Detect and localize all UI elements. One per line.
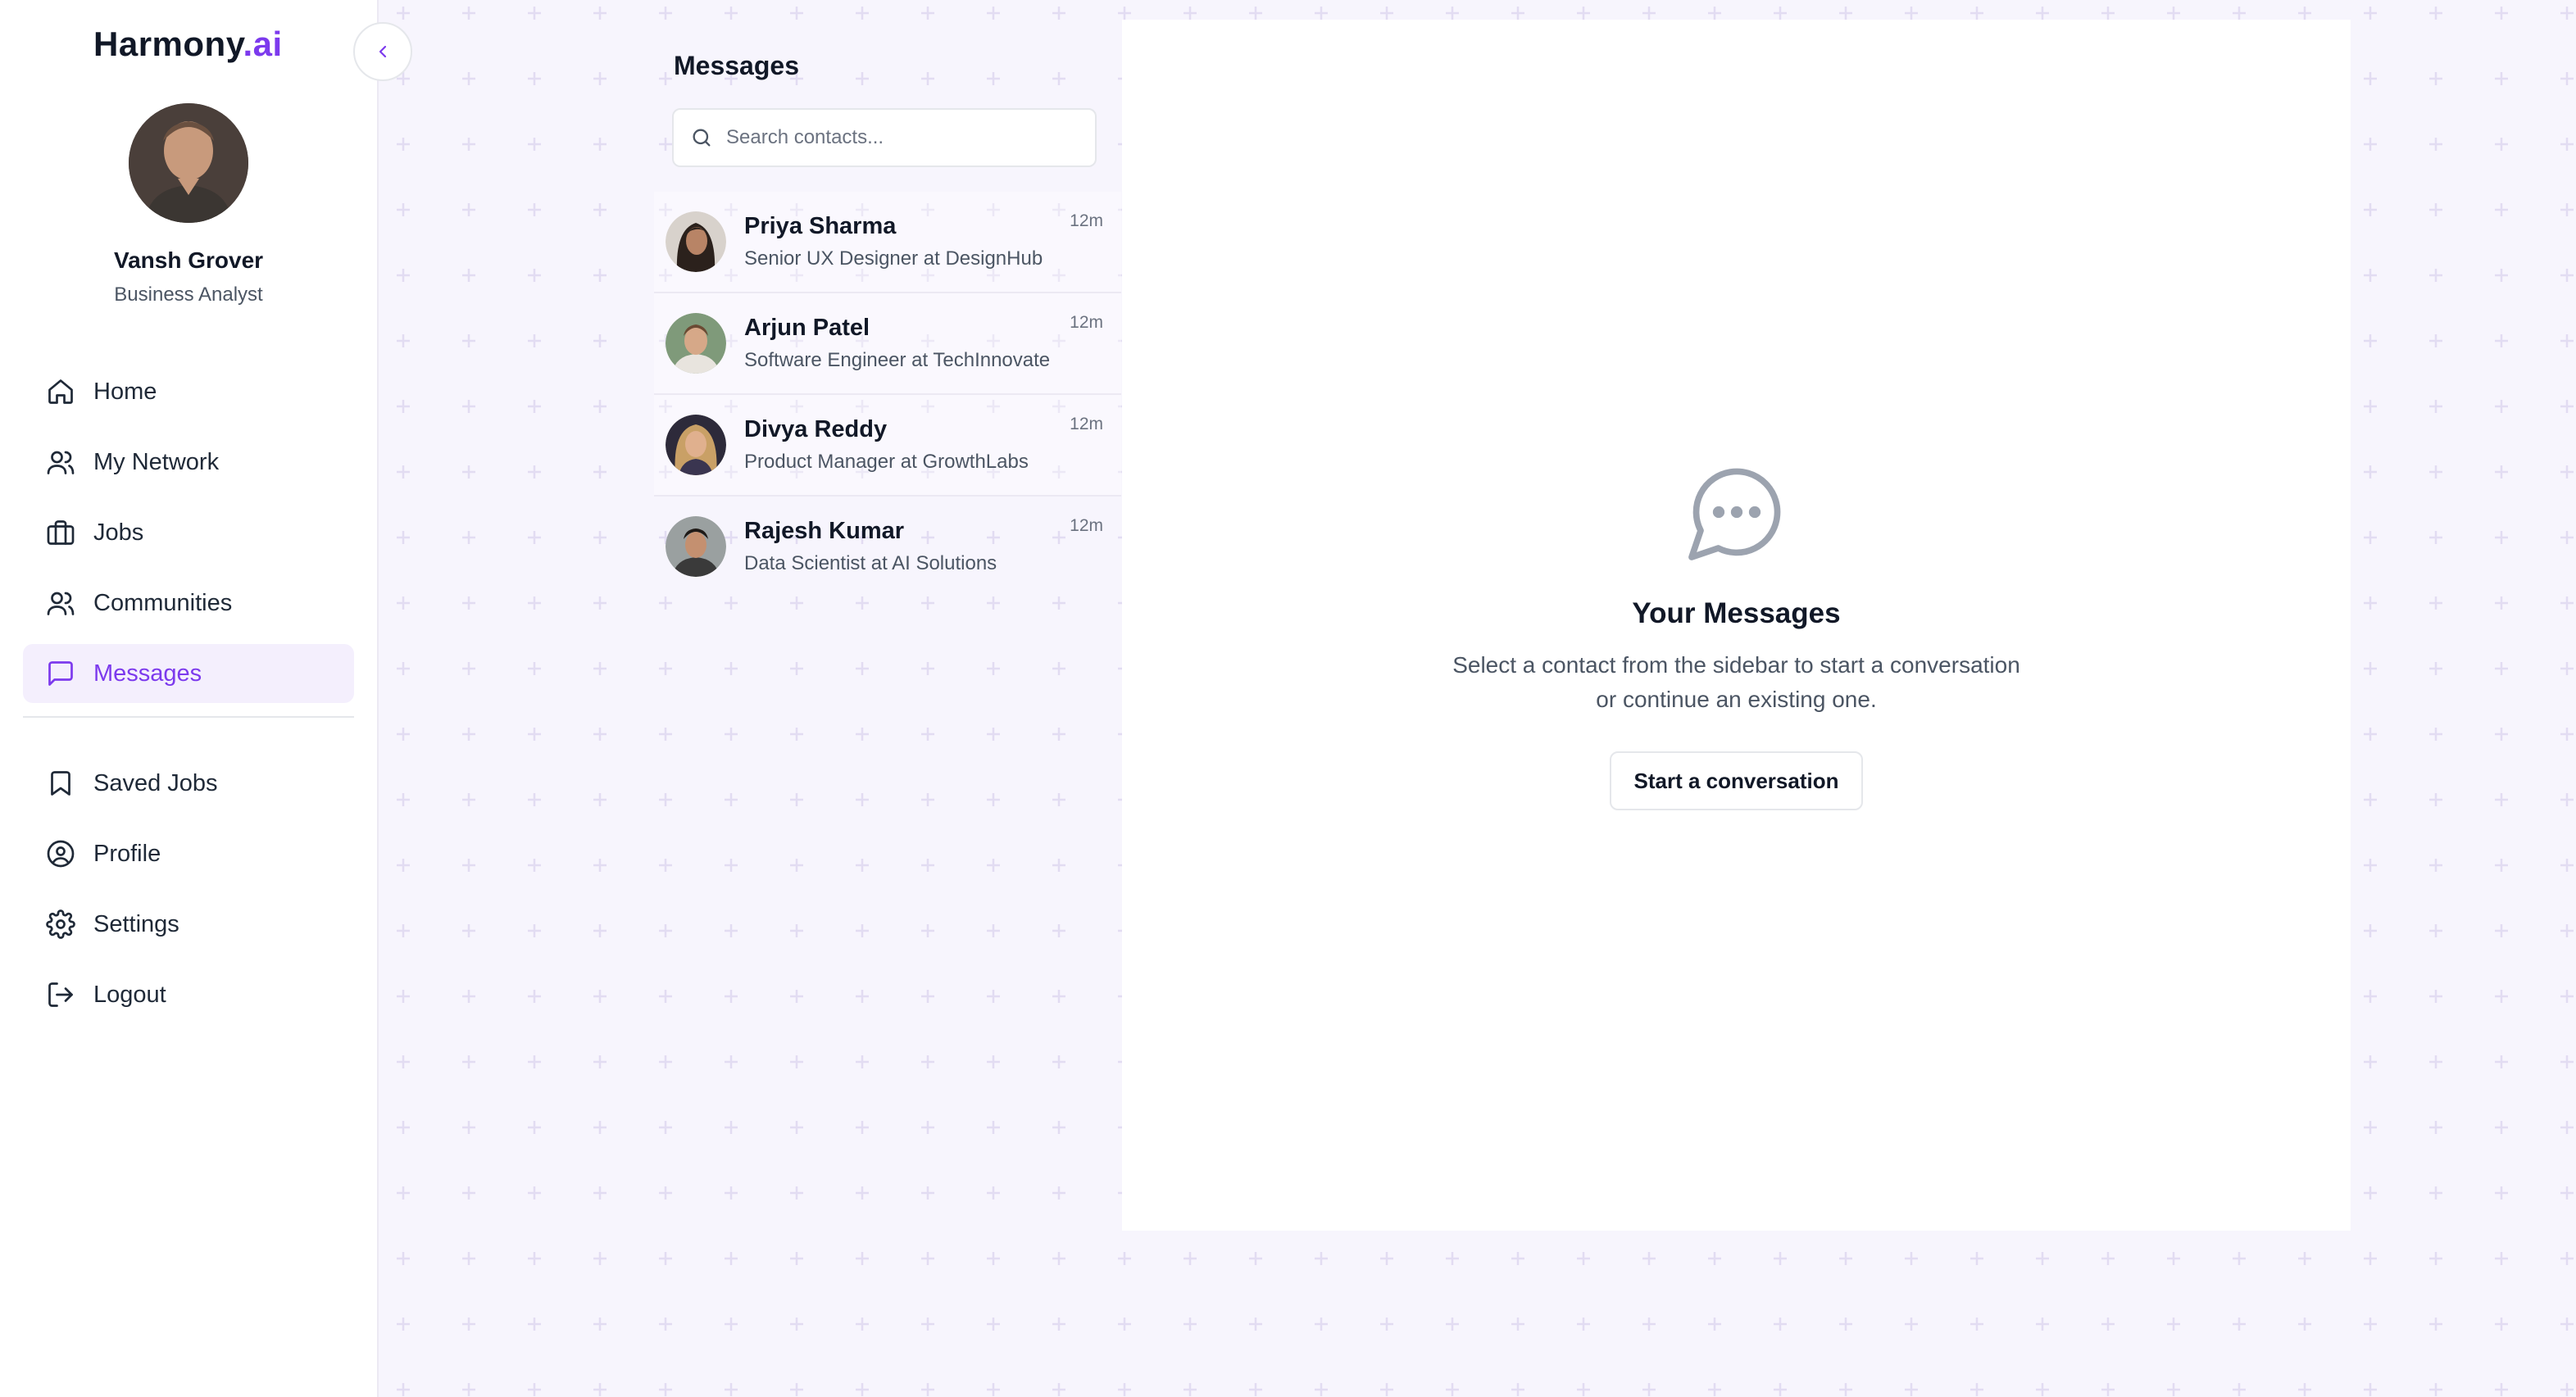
timestamp: 12m: [1070, 211, 1103, 230]
empty-state-title: Your Messages: [1632, 597, 1841, 629]
contact-name: Divya Reddy: [744, 416, 888, 442]
collapse-sidebar-button[interactable]: [353, 22, 412, 81]
chat-bubble-icon: [1688, 468, 1780, 560]
sidebar-item-label: Jobs: [93, 519, 144, 546]
contact-list: Priya Sharma Senior UX Designer at Desig…: [654, 192, 1121, 598]
sidebar-item-profile[interactable]: Profile: [23, 824, 354, 883]
page-title: Messages: [674, 51, 799, 80]
nav-divider: [23, 716, 354, 718]
message-square-icon: [48, 661, 73, 686]
sidebar-item-jobs[interactable]: Jobs: [23, 503, 354, 562]
start-conversation-button[interactable]: Start a conversation: [1609, 751, 1864, 810]
timestamp: 12m: [1070, 516, 1103, 535]
contact-title: Product Manager at GrowthLabs: [744, 451, 1029, 473]
contact-title: Software Engineer at TechInnovate: [744, 349, 1051, 371]
sidebar-item-label: Settings: [93, 910, 179, 937]
list-item[interactable]: Rajesh Kumar Data Scientist at AI Soluti…: [654, 497, 1121, 598]
search-input[interactable]: [726, 126, 1087, 149]
chevron-left-icon: [379, 45, 387, 58]
sidebar-item-label: Profile: [93, 840, 161, 867]
sidebar-item-settings[interactable]: Settings: [23, 895, 354, 954]
home-icon: [48, 379, 73, 404]
avatar: [666, 415, 726, 475]
user-circle-icon: [47, 840, 75, 868]
user-name: Vansh Grover: [113, 247, 264, 273]
empty-state-description: Select a contact from the sidebar to sta…: [1452, 652, 2020, 712]
avatar: [666, 211, 726, 272]
list-item[interactable]: Divya Reddy Product Manager at GrowthLab…: [654, 395, 1121, 497]
sidebar-item-label: Home: [93, 378, 157, 405]
search-icon: [693, 129, 711, 147]
sidebar-item-logout[interactable]: Logout: [23, 965, 354, 1024]
conversation-panel: Your Messages Select a contact from the …: [1122, 20, 2351, 1231]
users-icon: [47, 451, 75, 474]
timestamp: 12m: [1070, 313, 1103, 332]
avatar: [666, 516, 726, 577]
avatar[interactable]: [129, 103, 248, 223]
contact-name: Priya Sharma: [744, 213, 897, 239]
contact-name: Arjun Patel: [744, 315, 870, 341]
sidebar-item-home[interactable]: Home: [23, 362, 354, 421]
user-role: Business Analyst: [114, 283, 263, 306]
briefcase-icon: [47, 520, 75, 545]
sidebar-item-my-network[interactable]: My Network: [23, 433, 354, 492]
sidebar-item-messages[interactable]: Messages: [23, 644, 354, 703]
contact-title: Data Scientist at AI Solutions: [744, 552, 997, 574]
sidebar-item-label: Communities: [93, 589, 233, 616]
avatar: [666, 313, 726, 374]
brand-logo[interactable]: Harmony.ai: [93, 25, 283, 64]
sidebar-nav: Home My Network Jobs Communities Message…: [23, 362, 354, 1036]
sidebar-item-label: Messages: [93, 660, 202, 687]
sidebar-item-label: Saved Jobs: [93, 769, 218, 796]
sidebar: Harmony.ai Vansh Grover Business Analyst…: [0, 0, 379, 1397]
logout-icon: [48, 982, 73, 1007]
contact-name: Rajesh Kumar: [744, 518, 905, 544]
timestamp: 12m: [1070, 415, 1103, 433]
sidebar-item-label: My Network: [93, 448, 220, 475]
list-item[interactable]: Priya Sharma Senior UX Designer at Desig…: [654, 192, 1121, 293]
bookmark-icon: [51, 771, 70, 796]
gear-icon: [46, 909, 75, 939]
users-icon: [47, 592, 75, 615]
sidebar-item-saved-jobs[interactable]: Saved Jobs: [23, 754, 354, 813]
list-item[interactable]: Arjun Patel Software Engineer at TechInn…: [654, 293, 1121, 395]
search-field[interactable]: [672, 108, 1097, 167]
empty-state: Your Messages Select a contact from the …: [1122, 458, 2351, 810]
sidebar-item-communities[interactable]: Communities: [23, 574, 354, 633]
contacts-panel: Messages Priya Sharma Senior UX Designer…: [654, 0, 1121, 1397]
sidebar-item-label: Logout: [93, 981, 166, 1008]
contact-title: Senior UX Designer at DesignHub: [744, 247, 1043, 270]
